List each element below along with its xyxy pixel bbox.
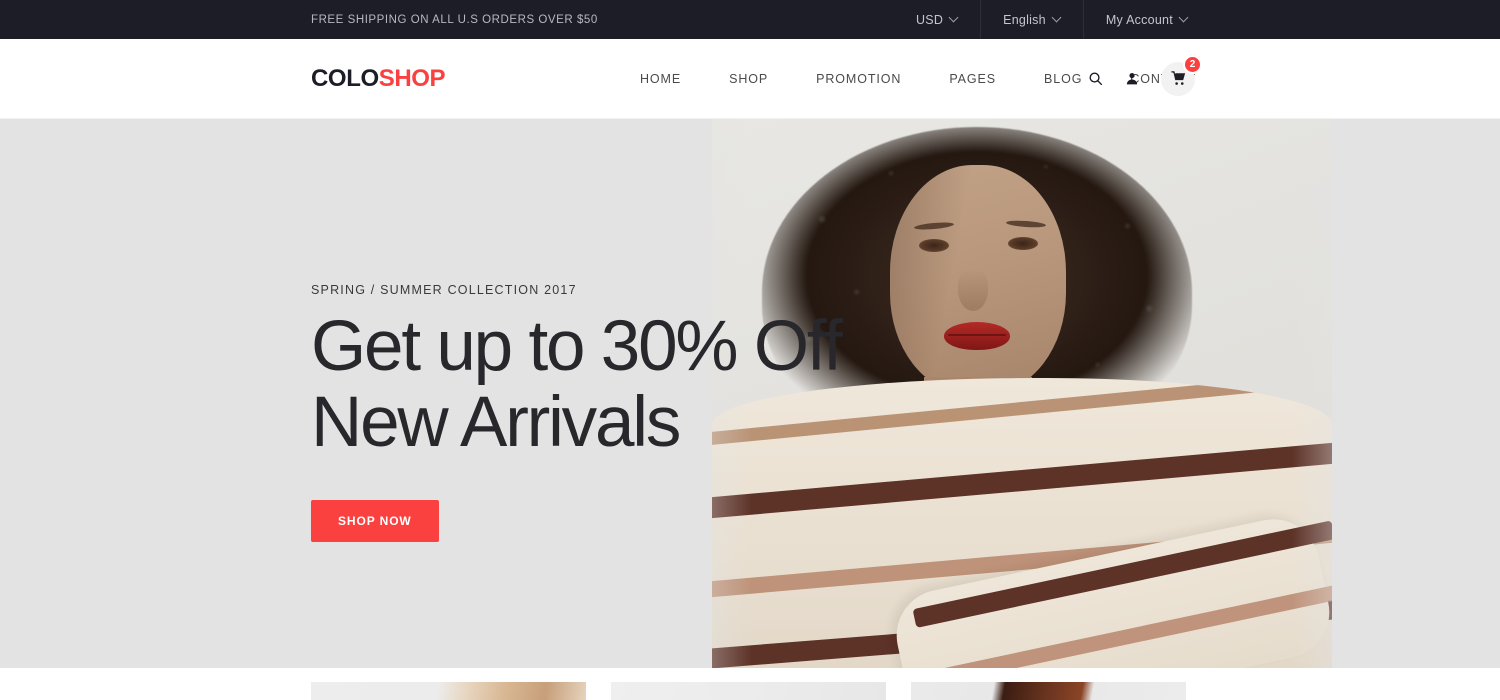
nav-item-shop[interactable]: SHOP [705,72,792,86]
currency-label: USD [915,12,944,27]
header-icon-group: 2 [1088,54,1202,96]
currency-selector[interactable]: USD [894,0,980,39]
shop-now-button[interactable]: SHOP NOW [311,500,439,542]
hero-content: SPRING / SUMMER COLLECTION 2017 Get up t… [311,283,843,542]
hero-title: Get up to 30% Off New Arrivals [311,311,843,462]
hero-banner: SPRING / SUMMER COLLECTION 2017 Get up t… [0,119,1500,668]
nav-item-pages[interactable]: PAGES [925,72,1020,86]
search-icon[interactable] [1088,71,1103,86]
cart-icon [1170,71,1185,85]
user-icon[interactable] [1125,71,1139,86]
model-eye-right [1008,237,1038,250]
top-bar: FREE SHIPPING ON ALL U.S ORDERS OVER $50… [0,0,1500,39]
product-card-row [311,682,1186,700]
nav-item-promotion[interactable]: PROMOTION [792,72,925,86]
site-header: COLOSHOP HOME SHOP PROMOTION PAGES BLOG … [0,39,1500,119]
chevron-down-icon [1180,14,1188,22]
product-image [911,682,1186,700]
model-arm [888,510,1332,668]
product-image [611,682,886,700]
my-account-menu[interactable]: My Account [1082,0,1210,39]
product-card[interactable] [611,682,886,700]
logo-text-primary: COLO [311,64,379,92]
language-selector[interactable]: English [980,0,1083,39]
model-eye-left [919,239,949,252]
logo-text-accent: SHOP [378,64,446,92]
hero-title-line-1: Get up to 30% Off [311,307,843,386]
site-logo[interactable]: COLOSHOP [311,64,446,93]
cart-count-badge: 2 [1183,54,1202,74]
cart-button[interactable]: 2 [1161,54,1202,96]
shipping-note: FREE SHIPPING ON ALL U.S ORDERS OVER $50 [311,13,598,26]
language-label: English [1003,12,1046,27]
product-card[interactable] [311,682,586,700]
product-card[interactable] [911,682,1186,700]
my-account-label: My Account [1105,12,1173,27]
chevron-down-icon [1053,14,1061,22]
hero-image-fade-right [1292,119,1392,668]
product-image [311,682,586,700]
hero-eyebrow: SPRING / SUMMER COLLECTION 2017 [311,283,577,297]
top-bar-spacer [1210,0,1500,39]
product-strip [0,668,1500,700]
top-bar-inner: FREE SHIPPING ON ALL U.S ORDERS OVER $50… [0,0,1500,39]
top-bar-right: USD English My Account [894,0,1500,39]
model-lips [944,322,1010,350]
nav-item-home[interactable]: HOME [640,72,705,86]
hero-title-line-2: New Arrivals [311,383,681,462]
model-nose [958,269,988,311]
chevron-down-icon [950,14,958,22]
